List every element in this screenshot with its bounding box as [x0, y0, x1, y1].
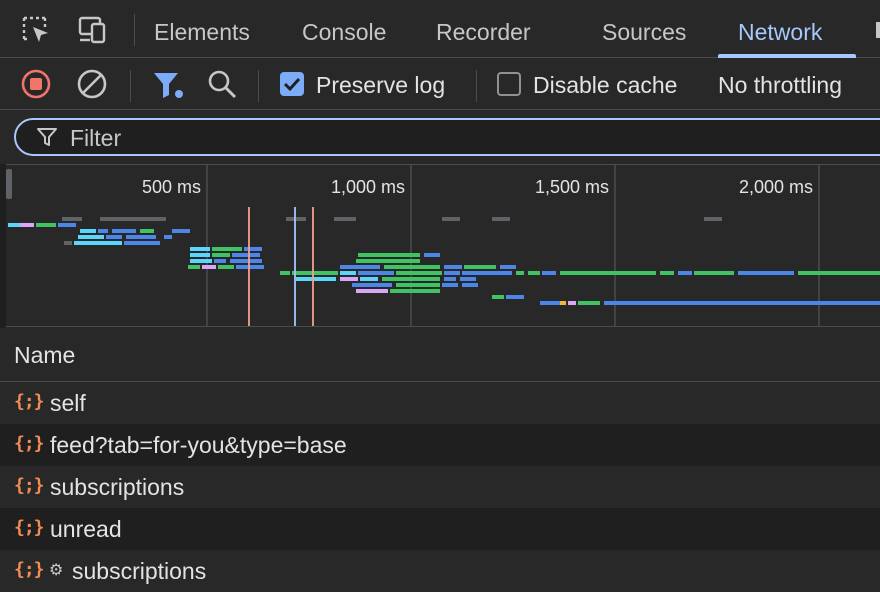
- tick-label: 1,500 ms: [535, 177, 609, 197]
- inspect-element-icon[interactable]: [20, 14, 52, 46]
- table-header: Name: [0, 328, 880, 382]
- json-icon: {;}: [14, 433, 45, 454]
- request-name: unread: [50, 516, 122, 542]
- request-list: {;} self {;} feed?tab=for-you&type=base …: [0, 382, 880, 592]
- record-stop-icon[interactable]: [20, 68, 52, 100]
- checkmark-icon: [283, 77, 301, 92]
- toolbar-separator: [476, 70, 477, 102]
- toolbar-separator: [130, 70, 131, 102]
- device-toolbar-icon[interactable]: [76, 14, 108, 46]
- tick-label: 1,000 ms: [331, 177, 405, 197]
- preserve-log-label[interactable]: Preserve log: [316, 70, 445, 100]
- table-row[interactable]: {;} self: [0, 382, 880, 424]
- tab-sources[interactable]: Sources: [602, 0, 686, 58]
- filter-bar: [0, 110, 880, 164]
- tab-console[interactable]: Console: [302, 0, 386, 58]
- json-icon: {;}: [14, 391, 45, 412]
- preserve-log-checkbox[interactable]: [280, 72, 304, 96]
- filter-input[interactable]: [70, 123, 850, 153]
- search-icon[interactable]: [206, 68, 238, 100]
- network-toolbar: Preserve log Disable cache No throttling: [0, 58, 880, 110]
- overview-left-handle: [6, 169, 12, 199]
- gear-icon: ⚙: [49, 562, 64, 579]
- tab-elements[interactable]: Elements: [154, 0, 250, 58]
- json-icon: {;}: [14, 559, 45, 580]
- tab-network[interactable]: Network: [738, 0, 822, 58]
- request-name: subscriptions: [72, 558, 207, 584]
- throttling-select[interactable]: No throttling: [718, 70, 842, 100]
- tick-label: 500 ms: [142, 177, 201, 197]
- request-name: subscriptions: [50, 474, 185, 500]
- tab-recorder[interactable]: Recorder: [436, 0, 531, 58]
- tabbar-separator: [134, 14, 135, 46]
- disable-cache-label[interactable]: Disable cache: [533, 70, 677, 100]
- clear-icon[interactable]: [76, 68, 108, 100]
- json-icon: {;}: [14, 517, 45, 538]
- request-name: self: [50, 390, 86, 416]
- toolbar-separator: [258, 70, 259, 102]
- table-row[interactable]: {;} subscriptions: [0, 466, 880, 508]
- request-name: feed?tab=for-you&type=base: [50, 432, 347, 458]
- network-overview[interactable]: 500 ms 1,000 ms 1,500 ms 2,000 ms: [0, 164, 880, 327]
- devtools-tabbar: Elements Console Recorder Sources Networ…: [0, 0, 880, 58]
- table-row[interactable]: {;} unread: [0, 508, 880, 550]
- tick-label: 2,000 ms: [739, 177, 813, 197]
- timeline-overview-chart: 500 ms 1,000 ms 1,500 ms 2,000 ms: [6, 165, 880, 326]
- column-header-name[interactable]: Name: [14, 340, 75, 370]
- filter-icon[interactable]: [152, 70, 186, 100]
- request-bars: [8, 223, 880, 305]
- table-row[interactable]: {;} feed?tab=for-you&type=base: [0, 424, 880, 466]
- disable-cache-checkbox[interactable]: [497, 72, 521, 96]
- json-icon: {;}: [14, 475, 45, 496]
- table-row[interactable]: {;} ⚙ subscriptions: [0, 550, 880, 592]
- filter-funnel-icon: [37, 128, 57, 146]
- more-tabs-indicator[interactable]: [876, 22, 880, 38]
- stalled-bars: [62, 217, 722, 245]
